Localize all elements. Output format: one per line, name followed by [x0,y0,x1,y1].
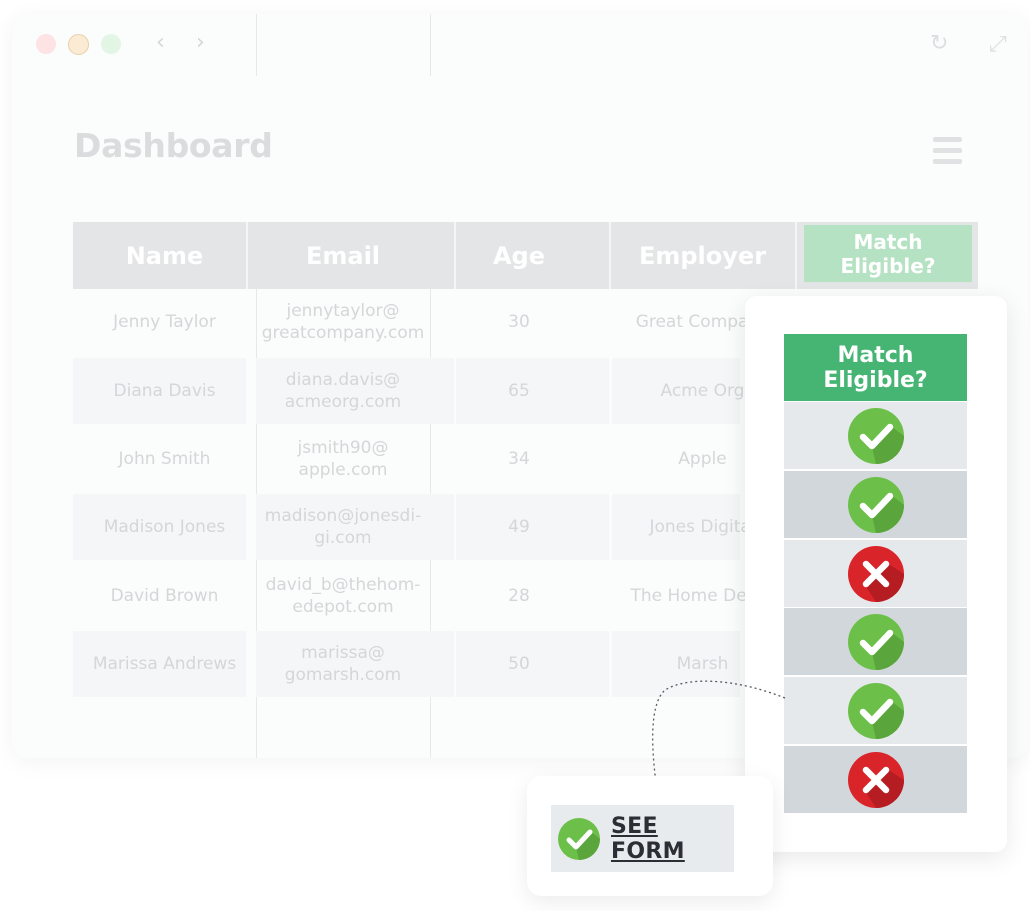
see-form-button[interactable]: SEE FORM [551,805,734,872]
see-form-label[interactable]: SEE FORM [611,814,734,864]
connector-arrow [651,680,786,797]
check-circle-icon [557,817,601,861]
